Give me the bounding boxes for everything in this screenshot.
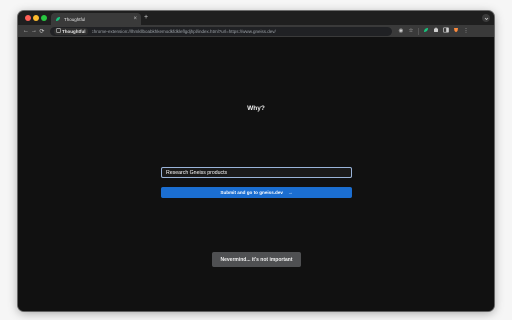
url-text[interactable]: chrome-extension://lhmkllboabkhkemodkfdk… [92,29,276,34]
back-icon[interactable]: ← [22,28,30,34]
arrow-right-icon: → [287,190,293,195]
close-icon[interactable]: × [133,16,137,22]
menu-icon[interactable]: ⋮ [461,28,471,34]
tab-search-button[interactable] [482,14,490,22]
close-window-button[interactable] [25,15,31,21]
forward-icon[interactable]: → [30,28,38,34]
thoughtful-leaf-icon [55,16,61,22]
star-icon[interactable]: ☆ [406,28,416,34]
page-title: Why? [247,105,265,112]
sidebar-icon[interactable] [441,27,451,35]
brave-icon[interactable] [451,27,461,35]
site-info-chip[interactable]: Thoughtful [54,27,88,35]
tab-strip: Thoughtful × + [18,11,494,25]
site-chip-label: Thoughtful [62,28,86,34]
minimize-window-button[interactable] [33,15,39,21]
extension-page-icon [56,28,61,34]
toolbar-actions: ◉ ☆ ⋮ [396,27,471,35]
reload-icon[interactable]: ⟳ [38,28,46,35]
tab-title: Thoughtful [64,16,86,22]
submit-button-label: Submit and go to gneiss.dev [220,190,283,195]
extension-circle-icon[interactable]: ◉ [396,28,406,34]
browser-toolbar: ← → ⟳ Thoughtful chrome-extension://lhmk… [18,25,494,37]
nevermind-button[interactable]: Nevermind... it's not important [212,252,301,267]
page-content: Why? Submit and go to gneiss.dev → Never… [18,37,494,311]
puzzle-icon[interactable] [431,27,441,35]
toolbar-divider [418,27,419,35]
reason-input[interactable] [161,167,352,178]
address-bar[interactable]: Thoughtful chrome-extension://lhmkllboab… [50,26,392,36]
browser-window: Thoughtful × + ← → ⟳ Thoughtful chrome-e… [18,11,494,311]
tab-thoughtful[interactable]: Thoughtful × [51,13,141,25]
new-tab-button[interactable]: + [144,14,148,22]
maximize-window-button[interactable] [41,15,47,21]
nevermind-button-label: Nevermind... it's not important [220,256,293,263]
submit-button[interactable]: Submit and go to gneiss.dev → [161,187,352,198]
thoughtful-extension-icon[interactable] [421,27,431,35]
